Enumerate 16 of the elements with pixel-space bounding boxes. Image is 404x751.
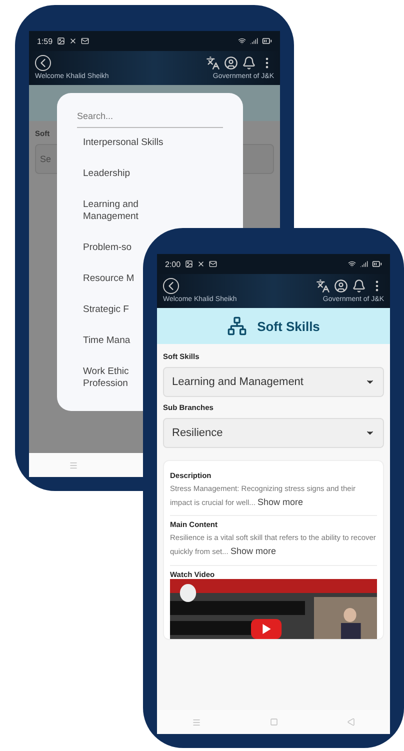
option-item[interactable]: Interpersonal Skills: [83, 137, 164, 150]
option-item[interactable]: Learning and Management: [83, 198, 138, 224]
show-more-link[interactable]: Show more: [258, 497, 304, 507]
option-item[interactable]: Work Ethic Profession: [83, 366, 129, 392]
clock-time: 2:00: [165, 260, 181, 268]
dropdown-field[interactable]: Resilience: [163, 418, 384, 448]
dropdown-field[interactable]: Learning and Management: [163, 367, 384, 397]
option-item[interactable]: Problem-so: [83, 242, 132, 256]
clock-time: 1:59: [37, 36, 53, 46]
option-item[interactable]: Resource M: [83, 273, 134, 286]
option-item[interactable]: Strategic F: [83, 304, 129, 317]
search-field[interactable]: Search...: [77, 107, 223, 128]
option-item[interactable]: Time Mana: [83, 334, 130, 348]
option-item[interactable]: Leadership: [83, 168, 130, 181]
page-title: Soft Skills: [257, 318, 320, 334]
show-more-link[interactable]: Show more: [230, 546, 276, 556]
